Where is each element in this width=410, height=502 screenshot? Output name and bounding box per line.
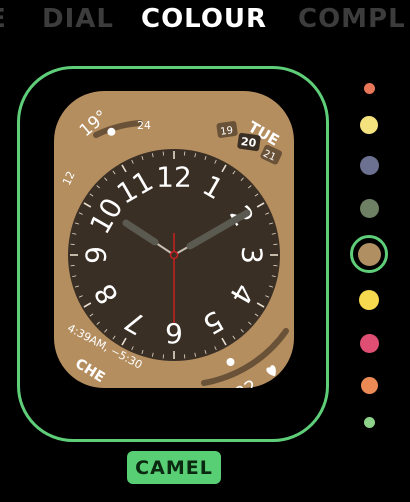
date-complication[interactable]: TUE 19 20 21 bbox=[216, 118, 283, 166]
hour-numeral: 3 bbox=[236, 246, 269, 264]
heart-rate-value: 82 bbox=[231, 376, 261, 388]
color-swatch[interactable] bbox=[360, 376, 378, 394]
color-swatch[interactable] bbox=[359, 333, 379, 353]
color-picker-list[interactable] bbox=[348, 78, 390, 428]
temperature-current: 19° bbox=[76, 106, 112, 141]
world-clock-city: CHE bbox=[72, 356, 107, 386]
tab-colour[interactable]: COLOUR bbox=[141, 4, 267, 34]
color-swatch[interactable] bbox=[363, 82, 375, 94]
color-swatch[interactable] bbox=[359, 155, 379, 175]
heart-rate-indicator bbox=[226, 358, 235, 366]
watch-face: 121234567891011 19° 24 12 TUE 19 20 21 4… bbox=[60, 106, 289, 388]
selected-color-ring bbox=[350, 235, 388, 273]
tab-dial[interactable]: DIAL bbox=[42, 4, 114, 34]
temperature-indicator bbox=[107, 127, 116, 136]
temperature-low: 12 bbox=[60, 169, 78, 187]
hour-numeral: 9 bbox=[80, 246, 113, 264]
watch-face-preview[interactable]: 121234567891011 19° 24 12 TUE 19 20 21 4… bbox=[54, 91, 294, 388]
color-swatch[interactable] bbox=[360, 116, 378, 134]
color-swatch[interactable] bbox=[359, 198, 379, 218]
temperature-high: 24 bbox=[137, 119, 151, 132]
tab-style[interactable]: E bbox=[0, 4, 7, 34]
hand-pivot bbox=[169, 250, 179, 260]
date-prev: 19 bbox=[220, 125, 234, 138]
selected-color-label[interactable]: CAMEL bbox=[127, 451, 221, 484]
tab-complications[interactable]: COMPL bbox=[298, 4, 406, 34]
color-swatch[interactable] bbox=[359, 290, 379, 310]
date-current: 20 bbox=[240, 135, 257, 150]
heart-icon bbox=[266, 365, 276, 377]
color-swatch[interactable] bbox=[363, 416, 375, 428]
tab-bar: E DIAL COLOUR COMPL bbox=[0, 0, 410, 44]
hour-numeral: 12 bbox=[156, 161, 192, 194]
